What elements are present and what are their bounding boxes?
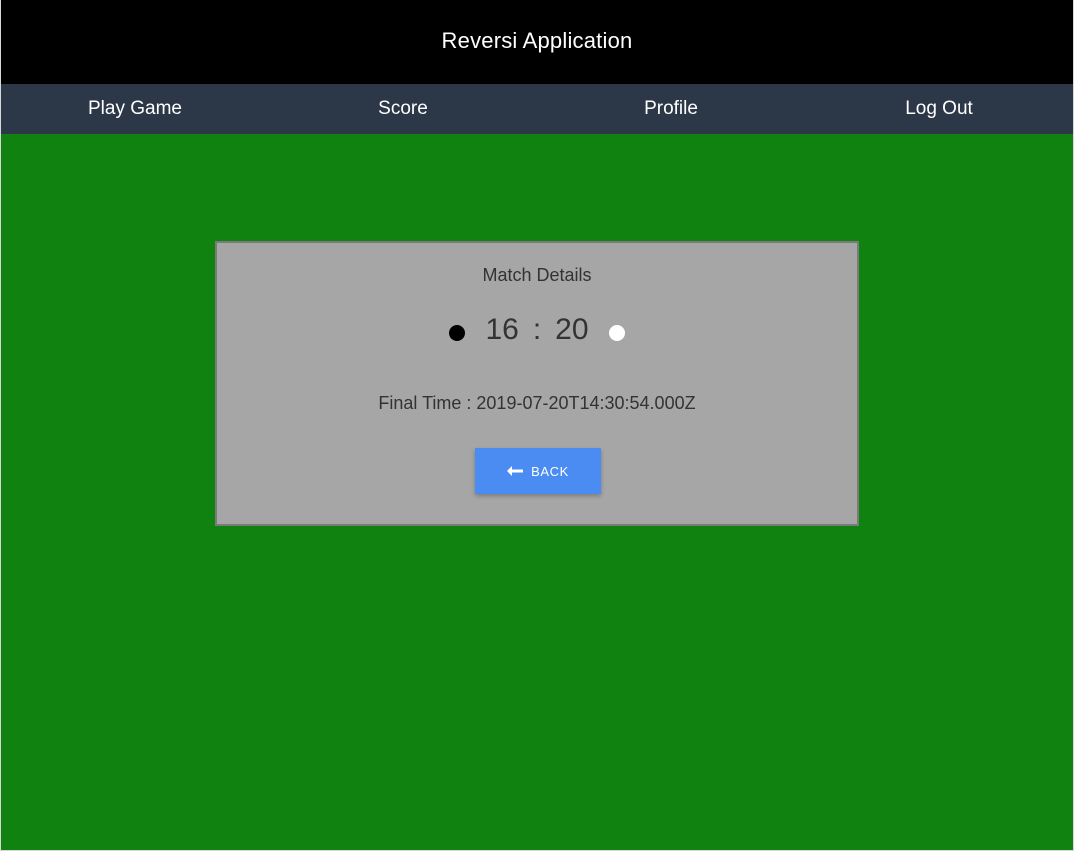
back-button[interactable]: BACK (475, 448, 601, 494)
final-time-text: Final Time : 2019-07-20T14:30:54.000Z (378, 393, 696, 413)
score-separator: : (532, 313, 542, 346)
main-content: Match Details 16 : 20 Final Time : 2019-… (1, 134, 1073, 850)
match-details-card: Match Details 16 : 20 Final Time : 2019-… (215, 241, 859, 526)
app-title: Reversi Application (441, 28, 633, 53)
nav-bar: Play Game Score Profile Log Out (1, 84, 1073, 134)
app-header: Reversi Application (1, 0, 1073, 84)
nav-item-profile[interactable]: Profile (537, 84, 805, 134)
black-disc-icon (449, 325, 466, 341)
white-disc-icon (608, 325, 625, 341)
arrow-left-icon (507, 466, 524, 476)
white-score: 20 (555, 313, 589, 346)
nav-item-log-out[interactable]: Log Out (805, 84, 1073, 134)
score-display: 16 : 20 (217, 313, 857, 347)
app-window: Reversi Application Play Game Score Prof… (0, 0, 1074, 851)
nav-item-play-game[interactable]: Play Game (1, 84, 269, 134)
black-score: 16 (485, 313, 519, 346)
nav-item-score[interactable]: Score (269, 84, 537, 134)
match-details-title: Match Details (482, 265, 592, 285)
back-button-label: BACK (531, 463, 569, 479)
